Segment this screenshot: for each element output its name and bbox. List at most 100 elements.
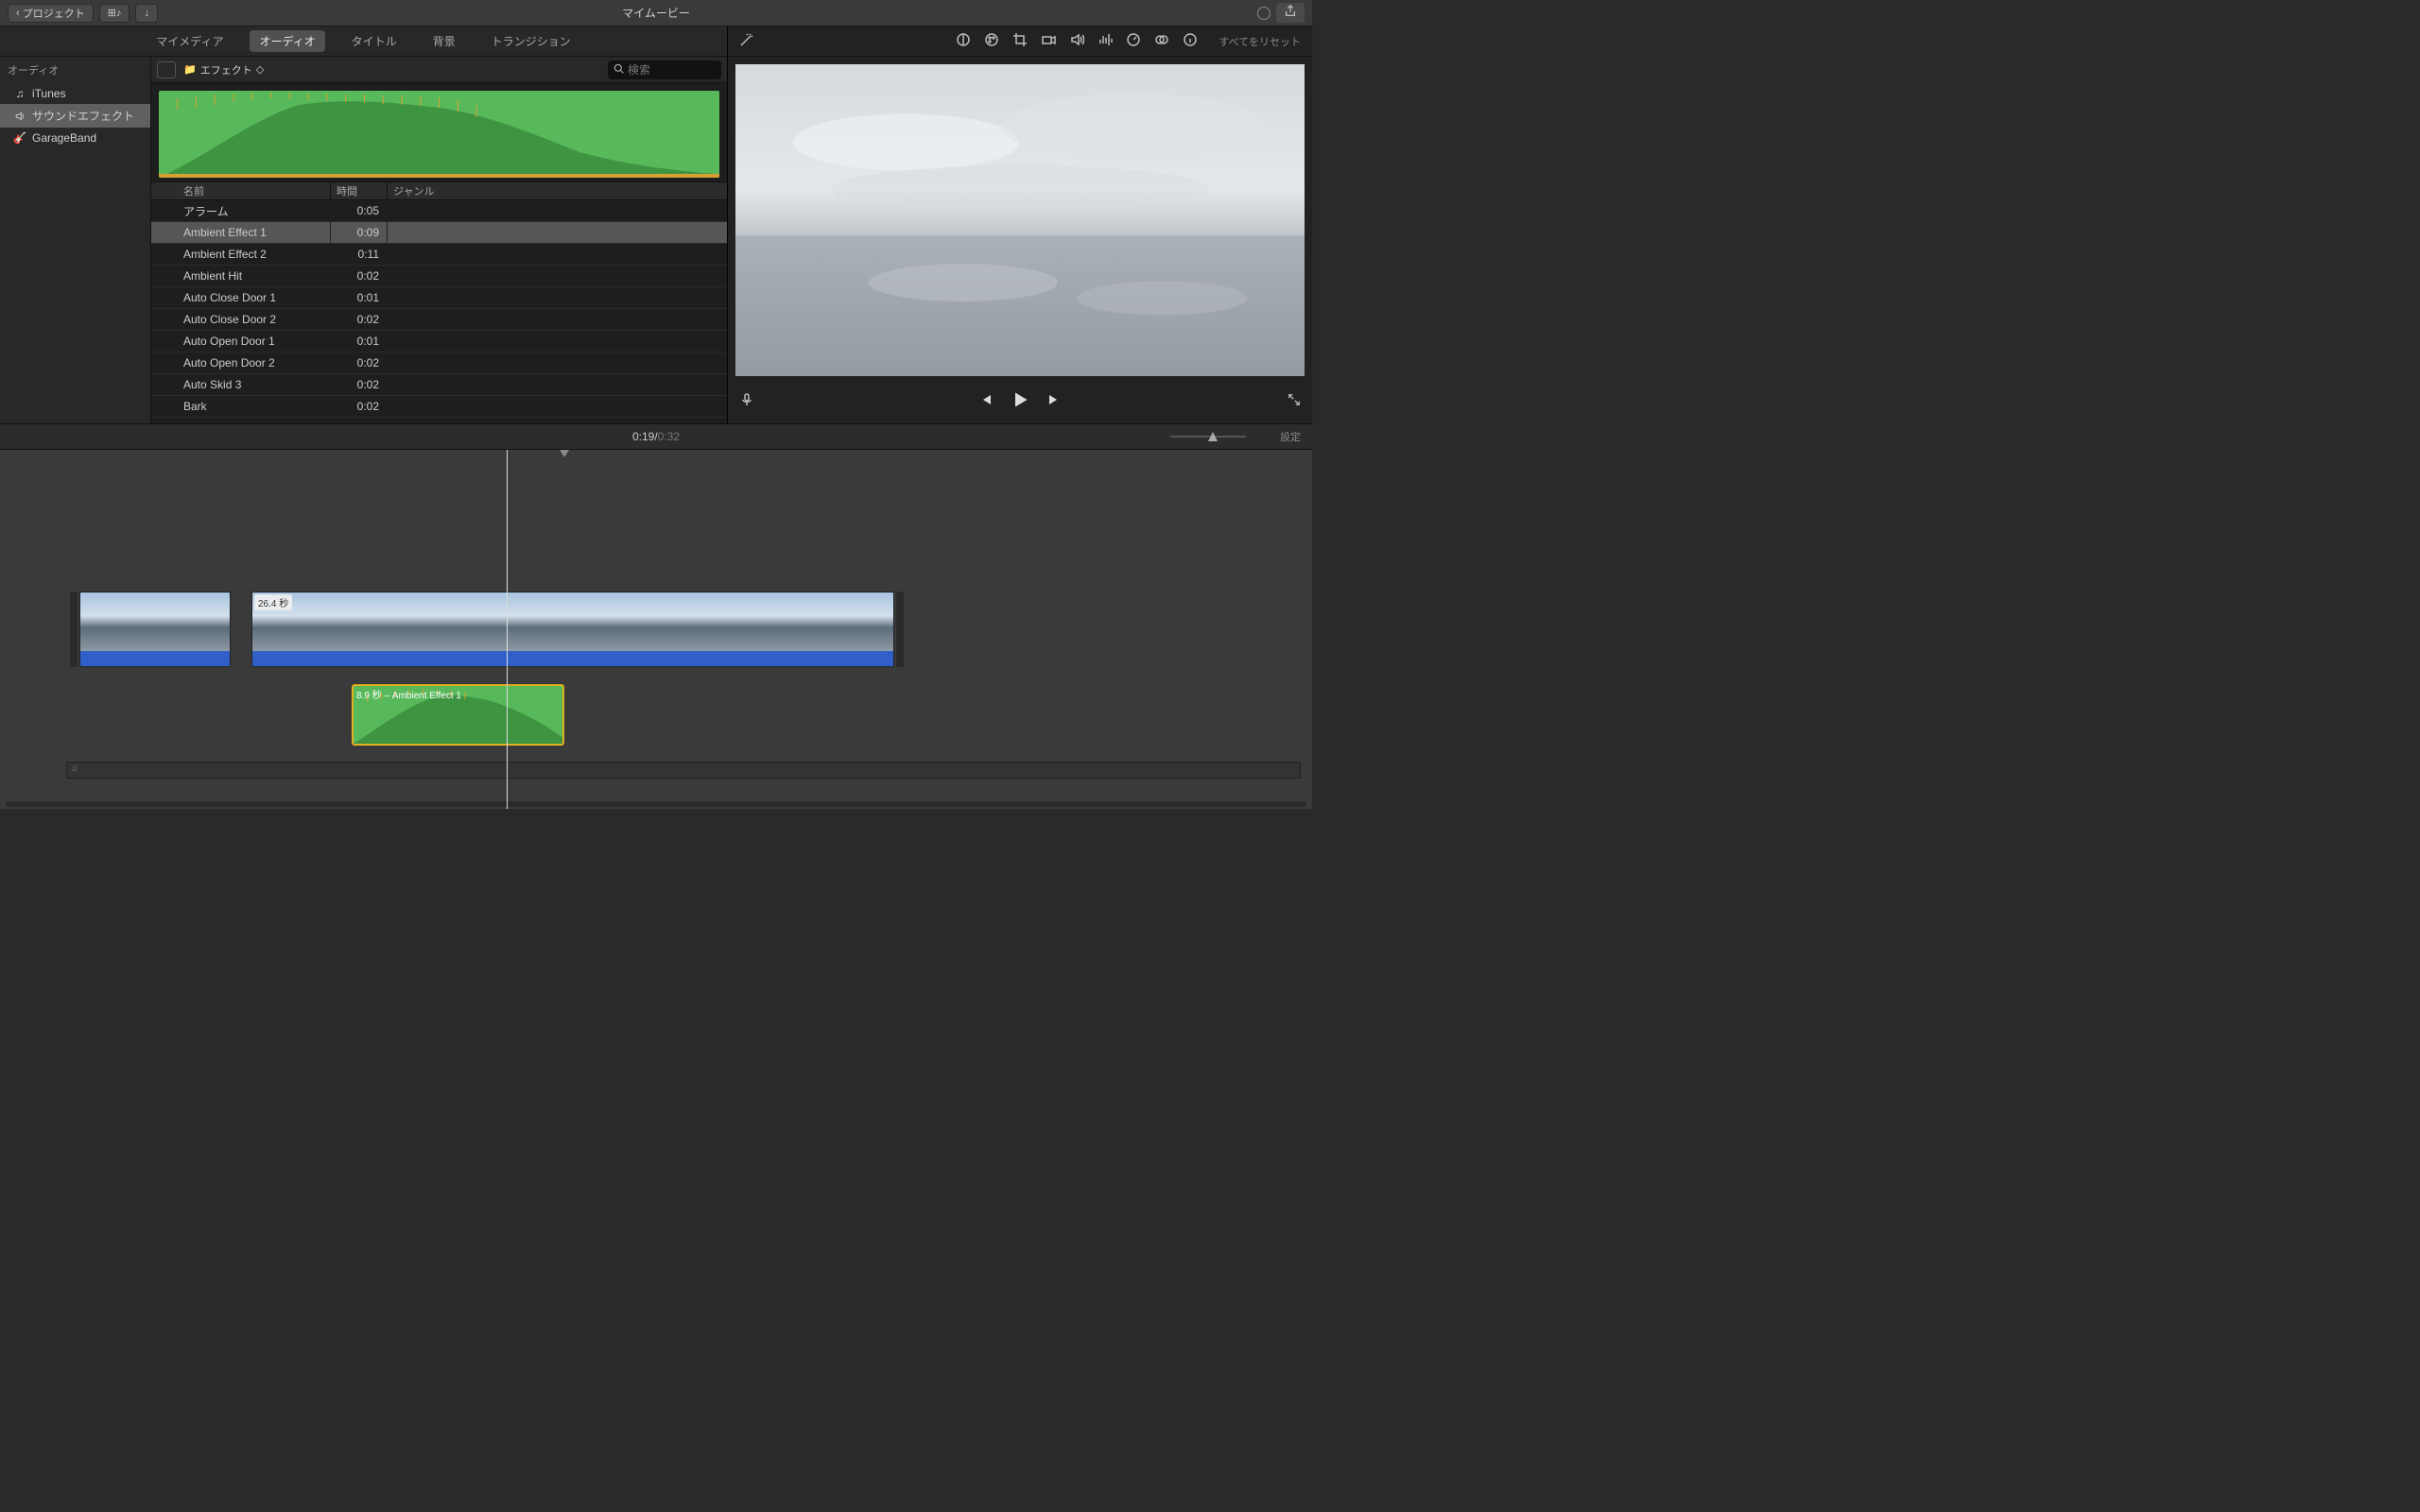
project-title: マイムービー <box>622 5 690 21</box>
sidebar-item-label: GarageBand <box>32 131 96 145</box>
audio-row[interactable]: Auto Open Door 20:02 <box>151 352 727 374</box>
expand-icon <box>1288 393 1301 406</box>
audio-row[interactable]: Auto Skid 30:02 <box>151 374 727 396</box>
import-button[interactable]: ↓ <box>135 4 158 23</box>
search-input[interactable]: 検索 <box>608 60 721 79</box>
tab-my-media[interactable]: マイメディア <box>147 30 233 52</box>
audio-row[interactable]: Auto Close Door 20:02 <box>151 309 727 331</box>
sidebar-item-garageband[interactable]: 🎸 GarageBand <box>0 128 150 148</box>
tab-audio[interactable]: オーディオ <box>250 30 324 52</box>
play-button[interactable] <box>1011 390 1029 412</box>
color-balance-button[interactable] <box>956 32 971 50</box>
audio-duration: 0:09 <box>331 222 388 243</box>
audio-genre <box>388 200 727 221</box>
camera-icon <box>1041 32 1056 47</box>
voiceover-button[interactable] <box>739 392 754 410</box>
timeline-settings-button[interactable]: 設定 <box>1280 429 1301 444</box>
palette-icon <box>984 32 999 47</box>
media-library-button[interactable]: ⊞♪ <box>99 4 130 23</box>
overlap-circles-icon <box>1154 32 1169 47</box>
speedometer-icon <box>1126 32 1141 47</box>
audio-row[interactable]: Ambient Effect 10:09 <box>151 222 727 244</box>
film-icon: ⊞♪ <box>108 7 122 19</box>
volume-button[interactable] <box>1069 32 1084 50</box>
top-toolbar: ‹ プロジェクト ⊞♪ ↓ マイムービー <box>0 0 1312 26</box>
folder-select[interactable]: 📁 エフェクト ◇ <box>183 62 264 77</box>
clip-trim-handle-left[interactable] <box>70 592 78 667</box>
audio-row[interactable]: Auto Open Door 10:01 <box>151 331 727 352</box>
audio-name: Ambient Effect 1 <box>151 222 331 243</box>
column-genre[interactable]: ジャンル <box>388 182 727 199</box>
color-correction-button[interactable] <box>984 32 999 50</box>
next-button[interactable] <box>1046 392 1062 410</box>
fullscreen-button[interactable] <box>1288 393 1301 409</box>
audio-genre <box>388 374 727 395</box>
audio-waveform-preview[interactable] <box>159 91 719 178</box>
sidebar-item-label: iTunes <box>32 87 66 100</box>
share-icon <box>1284 5 1297 18</box>
audio-genre <box>388 222 727 243</box>
audio-duration: 0:02 <box>331 309 388 330</box>
clip-trim-handle-right[interactable] <box>896 592 904 667</box>
crop-button[interactable] <box>1012 32 1028 50</box>
audio-row[interactable]: Ambient Effect 20:11 <box>151 244 727 266</box>
background-music-track[interactable] <box>66 762 1301 779</box>
previous-button[interactable] <box>978 392 994 410</box>
video-preview[interactable] <box>735 64 1305 376</box>
audio-name: Ambient Effect 2 <box>151 244 331 265</box>
clip-audio-waveform <box>252 651 893 666</box>
speed-button[interactable] <box>1126 32 1141 50</box>
audio-sidebar: オーディオ ♫ iTunes サウンドエフェクト 🎸 GarageBand <box>0 57 151 423</box>
audio-row[interactable]: アラーム0:05 <box>151 200 727 222</box>
audio-name: Auto Close Door 1 <box>151 287 331 308</box>
audio-genre <box>388 287 727 308</box>
download-arrow-icon: ↓ <box>144 8 149 19</box>
audio-name: Auto Close Door 2 <box>151 309 331 330</box>
magic-wand-button[interactable] <box>739 32 754 50</box>
microphone-icon <box>739 392 754 407</box>
timeline[interactable]: 26.4 秒 8.9 秒 – Ambient Effect 1 <box>0 450 1312 809</box>
playhead[interactable] <box>507 450 508 809</box>
horizontal-scrollbar[interactable] <box>6 801 1306 807</box>
audio-duration: 0:01 <box>331 331 388 352</box>
audio-row[interactable]: Auto Close Door 10:01 <box>151 287 727 309</box>
clip-duration-label: 26.4 秒 <box>254 594 292 610</box>
tab-titles[interactable]: タイトル <box>342 30 406 52</box>
sidebar-item-label: サウンドエフェクト <box>32 108 134 124</box>
sidebar-item-sound-effects[interactable]: サウンドエフェクト <box>0 104 150 128</box>
skip-back-icon <box>978 392 994 407</box>
zoom-slider[interactable] <box>1170 436 1246 438</box>
column-time[interactable]: 時間 <box>331 182 388 199</box>
info-button[interactable] <box>1183 32 1198 50</box>
sidebar-item-itunes[interactable]: ♫ iTunes <box>0 83 150 104</box>
audio-clip-ambient-effect-1[interactable]: 8.9 秒 – Ambient Effect 1 <box>352 684 564 746</box>
column-name[interactable]: 名前 <box>151 182 331 199</box>
audio-name: アラーム <box>151 200 331 221</box>
audio-genre <box>388 309 727 330</box>
tab-backgrounds[interactable]: 背景 <box>424 30 465 52</box>
back-label: プロジェクト <box>23 6 85 21</box>
waveform-icon <box>159 91 719 178</box>
audio-name: Auto Skid 3 <box>151 374 331 395</box>
noise-reduction-button[interactable] <box>1098 32 1113 50</box>
tab-transitions[interactable]: トランジション <box>482 30 580 52</box>
video-clip-2[interactable]: 26.4 秒 <box>251 592 894 667</box>
audio-row[interactable]: Ambient Hit0:02 <box>151 266 727 287</box>
audio-name: Auto Open Door 2 <box>151 352 331 373</box>
filter-button[interactable] <box>1154 32 1169 50</box>
time-total: 0:32 <box>658 430 680 443</box>
audio-duration: 0:11 <box>331 244 388 265</box>
media-tab-bar: マイメディア オーディオ タイトル 背景 トランジション <box>0 26 727 57</box>
audio-row[interactable]: Bark0:02 <box>151 396 727 418</box>
reset-all-button[interactable]: すべてをリセット <box>1219 34 1301 49</box>
audio-duration: 0:02 <box>331 396 388 417</box>
preview-frame <box>735 64 1305 376</box>
audio-name: Auto Open Door 1 <box>151 331 331 352</box>
layout-toggle-button[interactable] <box>157 61 176 78</box>
share-button[interactable] <box>1276 3 1305 23</box>
search-placeholder: 検索 <box>628 61 650 77</box>
back-button[interactable]: ‹ プロジェクト <box>8 4 94 23</box>
video-clip-1[interactable] <box>79 592 231 667</box>
audio-duration: 0:02 <box>331 352 388 373</box>
stabilization-button[interactable] <box>1041 32 1056 50</box>
